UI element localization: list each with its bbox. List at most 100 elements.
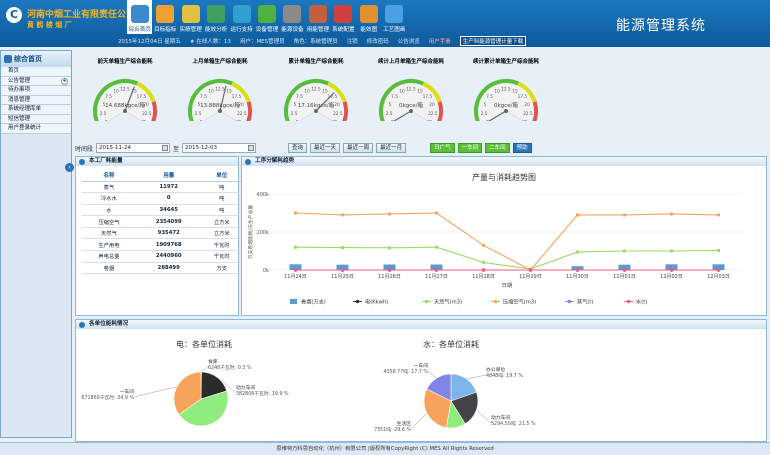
sidebar-item-label: 公告管理 <box>8 77 31 84</box>
gauge-tick-label: 7.5 <box>391 94 398 100</box>
table-cell: 11972 <box>135 181 202 194</box>
download-link[interactable]: 生产科能源管理计量下载 <box>459 36 527 46</box>
module-tab-0[interactable]: 综合首页 <box>127 0 153 34</box>
table-cell: 2440960 <box>135 250 202 263</box>
expand-icon[interactable]: + <box>61 77 68 85</box>
table-row: 生产用电 1909768 千瓦时 <box>82 238 242 252</box>
gauge-pivot <box>409 109 413 113</box>
panel-icon <box>79 321 85 328</box>
filter-button-2[interactable]: 最近一周 <box>343 143 374 153</box>
pie-leader <box>410 413 428 430</box>
legend-marker <box>493 299 498 304</box>
gauge-0: 前天单箱生产综合能耗02.557.51012.51517.52022.52514… <box>80 52 170 148</box>
pie-title: 电：各单位消耗 <box>176 339 232 349</box>
company-name: 河南中烟工业有限责任公司 黄 鹤 楼 烟 厂 <box>27 10 135 30</box>
sidebar-item-1[interactable]: 公告管理 + <box>1 76 71 86</box>
module-tab-9[interactable]: 能效图 <box>356 0 381 34</box>
gauge-tick-label: 7.5 <box>200 94 207 100</box>
units-panel-title: 各单位能耗情况 <box>89 321 129 327</box>
unit-button-2[interactable]: 二车间 <box>485 143 510 153</box>
sidebar-item-3[interactable]: 消息管理 <box>1 95 71 105</box>
gauge-tick-label: 2.5 <box>481 111 488 117</box>
module-label: 实绩管理 <box>179 27 202 33</box>
end-date-input[interactable]: 2015-12-03 <box>182 143 257 153</box>
table-cell: 千瓦时 <box>201 250 242 263</box>
x-tick-label: 11月29日 <box>519 274 542 280</box>
gauge-pivot <box>314 109 318 113</box>
module-tab-4[interactable]: 运行支持 <box>229 0 254 34</box>
module-tab-5[interactable]: 设备管理 <box>254 0 279 34</box>
legend-label: 压缩空气(m3) <box>503 298 536 306</box>
gauge-value: 17.16kgce/箱 <box>297 103 335 109</box>
start-date-value: 2015-11-24 <box>99 145 131 151</box>
unit-button-0[interactable]: 日广气 <box>430 143 455 153</box>
info-item-6[interactable]: 公告浏览 <box>398 37 420 45</box>
data-point <box>293 245 298 249</box>
info-item-2: 用户：MES管理员 <box>239 39 285 45</box>
module-icon <box>130 5 149 23</box>
gauge-tick-label: 12.5 <box>501 87 511 93</box>
gauge-tick-label: 15 <box>226 88 232 94</box>
plant-name: 黄 鹤 楼 烟 厂 <box>27 21 72 29</box>
pie-leader <box>427 370 437 379</box>
gauge-tick-label: 17.5 <box>423 94 433 100</box>
info-item-4[interactable]: 注销 <box>347 37 358 45</box>
sidebar-item-5[interactable]: 短信管理 <box>1 114 71 124</box>
sidebar-item-4[interactable]: 系统经理库单 <box>1 105 71 115</box>
calendar-icon[interactable] <box>162 145 169 151</box>
filter-button-3[interactable]: 最近一月 <box>376 143 407 153</box>
sidebar-item-label: 消息管理 <box>8 96 31 103</box>
gauge-tick-label: 10 <box>208 88 214 94</box>
legend-marker <box>567 299 572 304</box>
gauge-title: 前天单箱生产综合能耗 <box>97 59 153 65</box>
sidebar-item-0[interactable]: 首页 <box>1 67 71 77</box>
module-tab-6[interactable]: 能源设备 <box>280 0 305 34</box>
module-tab-8[interactable]: 系统配置 <box>331 0 356 34</box>
table-cell: 千瓦时 <box>201 238 242 252</box>
module-label: 能效分析 <box>204 27 228 33</box>
period-label: 时间段 <box>75 145 94 153</box>
gauge-dial: 02.557.51012.51517.52022.525 <box>378 78 444 121</box>
info-item-5[interactable]: 修改密码 <box>367 37 389 45</box>
table-cell: 34645 <box>135 204 202 217</box>
sidebar-item-2[interactable]: 待办事项 <box>1 86 71 96</box>
x-axis-label: 日期 <box>502 282 512 289</box>
filter-buttons: 查询 最近一天 最近一周 最近一月 日广气 一车间 二车间 预助 <box>288 143 532 153</box>
data-point <box>528 268 533 272</box>
home-icon <box>4 55 12 63</box>
table-row: 蒸气 11972 吨 <box>82 181 242 194</box>
column-header: 单位 <box>201 170 242 182</box>
blue-button[interactable]: 预助 <box>512 143 532 153</box>
gauge-dial: 02.557.51012.51517.52022.525 <box>473 78 539 121</box>
data-point <box>669 268 674 272</box>
data-point <box>622 268 627 272</box>
module-tab-3[interactable]: 能效分析 <box>203 0 228 34</box>
unit-button-1[interactable]: 一车间 <box>457 143 483 153</box>
calendar-icon[interactable] <box>248 145 255 151</box>
table-cell: 声电总量 <box>82 250 136 263</box>
collapse-sidebar-button[interactable]: ‹ <box>65 163 74 172</box>
module-tab-7[interactable]: 用能管理 <box>305 0 330 34</box>
pie-label: 一车间 <box>120 388 135 395</box>
gauge-tick-label: 17.5 <box>137 94 147 100</box>
module-tab-1[interactable]: 目标指标 <box>152 0 177 34</box>
app-title: 能源管理系统 <box>616 18 706 34</box>
module-tab-2[interactable]: 实绩管理 <box>178 0 203 34</box>
start-date-input[interactable]: 2015-11-24 <box>96 143 171 153</box>
units-panel-header: 各单位能耗情况 <box>76 320 766 329</box>
table-cell: 压缩空气 <box>82 215 136 228</box>
filter-button-1[interactable]: 最近一天 <box>310 143 341 153</box>
gauge-tick-label: 7.5 <box>486 94 493 100</box>
info-item-7[interactable]: 用户手册 <box>429 37 451 45</box>
sidebar-item-6[interactable]: 用户登录统计 <box>1 124 71 134</box>
gauge-tick-label: 12.5 <box>406 87 416 93</box>
table-cell: 卷烟 <box>82 262 136 275</box>
module-label: 运行支持 <box>230 27 253 33</box>
filter-button-0[interactable]: 查询 <box>288 143 308 153</box>
gauge-tick-label: 25 <box>141 120 147 121</box>
pie-value: 5294.50吨: 21.5 % <box>491 420 536 427</box>
module-tab-10[interactable]: 工艺图画 <box>382 0 407 34</box>
gauge-value: 0kgce/箱 <box>494 103 518 109</box>
table-row: 压缩空气 2354099 立方米 <box>82 215 242 228</box>
